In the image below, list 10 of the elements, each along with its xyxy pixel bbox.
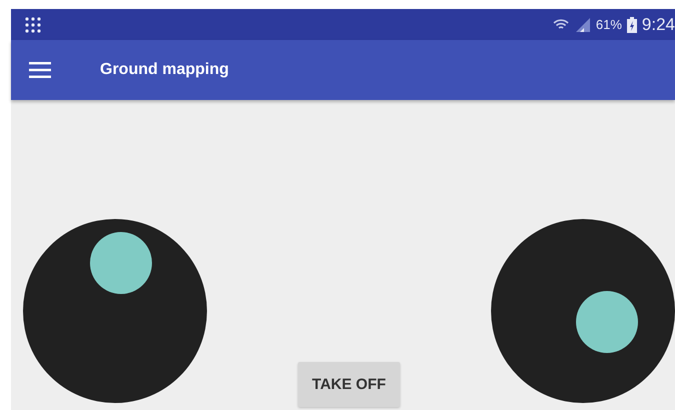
battery-charging-icon (626, 16, 637, 32)
joystick[interactable] (491, 219, 675, 403)
battery-percent: 61% (596, 17, 622, 32)
joystick[interactable] (23, 219, 207, 403)
app-grid-icon (25, 16, 41, 32)
signal-icon (574, 16, 591, 32)
app-title: Ground mapping (100, 61, 229, 79)
clock-time: 9:24 (642, 14, 675, 34)
menu-icon[interactable] (29, 62, 51, 78)
take-off-button[interactable]: TAKE OFF (298, 362, 400, 407)
